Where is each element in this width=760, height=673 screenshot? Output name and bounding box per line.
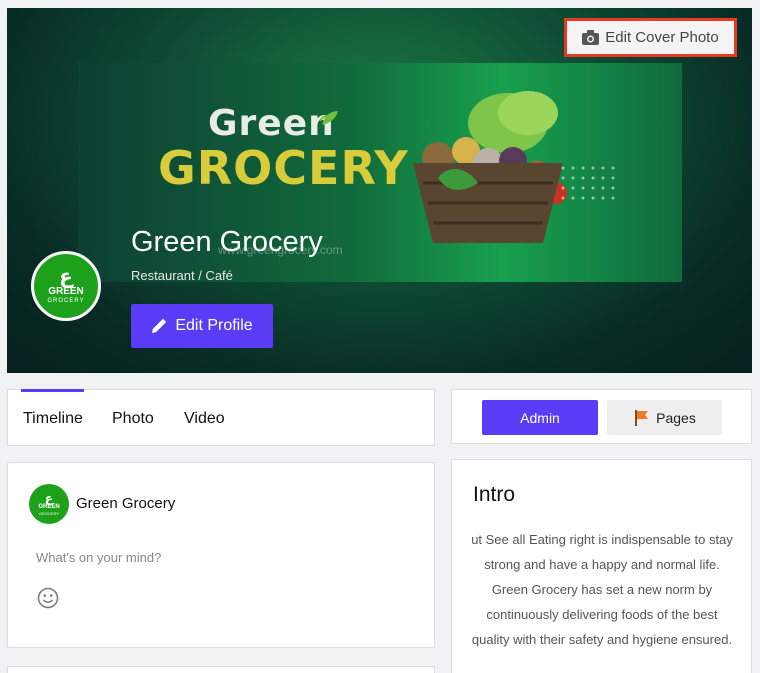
intro-description: ut See all Eating right is indispensable… <box>471 532 733 647</box>
edit-profile-button[interactable]: Edit Profile <box>131 304 273 348</box>
cover-photo: Green GROCERY www.greengrocery.com Edit … <box>7 8 752 373</box>
flag-icon <box>635 410 649 426</box>
next-feed-card <box>7 666 435 673</box>
dot-pattern-decoration <box>561 166 615 200</box>
avatar-text-grocery: GROCERY <box>38 510 60 516</box>
pages-button[interactable]: Pages <box>607 400 722 435</box>
edit-cover-photo-label: Edit Cover Photo <box>605 29 719 46</box>
banner-title-green: Green <box>208 103 335 144</box>
post-input[interactable] <box>36 547 416 567</box>
page-title: Green Grocery <box>131 226 323 258</box>
emoji-icon[interactable] <box>37 587 59 609</box>
pages-label: Pages <box>656 409 696 426</box>
page-avatar[interactable]: ع GREEN GROCERY <box>31 251 101 321</box>
tab-photo[interactable]: Photo <box>112 410 154 428</box>
post-composer: ع GREEN GROCERY Green Grocery <box>7 462 435 648</box>
avatar-text-green: GREEN <box>48 285 84 297</box>
edit-cover-photo-button[interactable]: Edit Cover Photo <box>564 18 737 57</box>
admin-button[interactable]: Admin <box>482 400 598 435</box>
edit-profile-label: Edit Profile <box>175 317 253 334</box>
avatar-text-green: GREEN <box>38 503 60 510</box>
banner-title-grocery: GROCERY <box>158 141 409 195</box>
avatar-glyph: ع <box>59 265 73 288</box>
role-switcher: Admin Pages <box>451 389 752 444</box>
pencil-icon <box>152 318 167 333</box>
avatar-text-grocery: GROCERY <box>47 297 85 304</box>
page-category: Restaurant / Café <box>131 268 233 283</box>
intro-title: Intro <box>473 483 516 506</box>
active-tab-indicator <box>21 389 84 392</box>
vegetable-basket-illustration <box>413 91 567 243</box>
tab-timeline[interactable]: Timeline <box>23 410 83 428</box>
composer-avatar: ع GREEN GROCERY <box>29 484 69 524</box>
avatar-glyph: ع <box>44 490 54 505</box>
camera-icon <box>582 30 600 45</box>
composer-author-name: Green Grocery <box>76 495 176 512</box>
intro-card: Intro ut See all Eating right is indispe… <box>451 459 752 673</box>
tab-video[interactable]: Video <box>184 410 225 428</box>
profile-tabs: Timeline Photo Video <box>7 389 435 446</box>
leaf-icon <box>319 111 338 125</box>
